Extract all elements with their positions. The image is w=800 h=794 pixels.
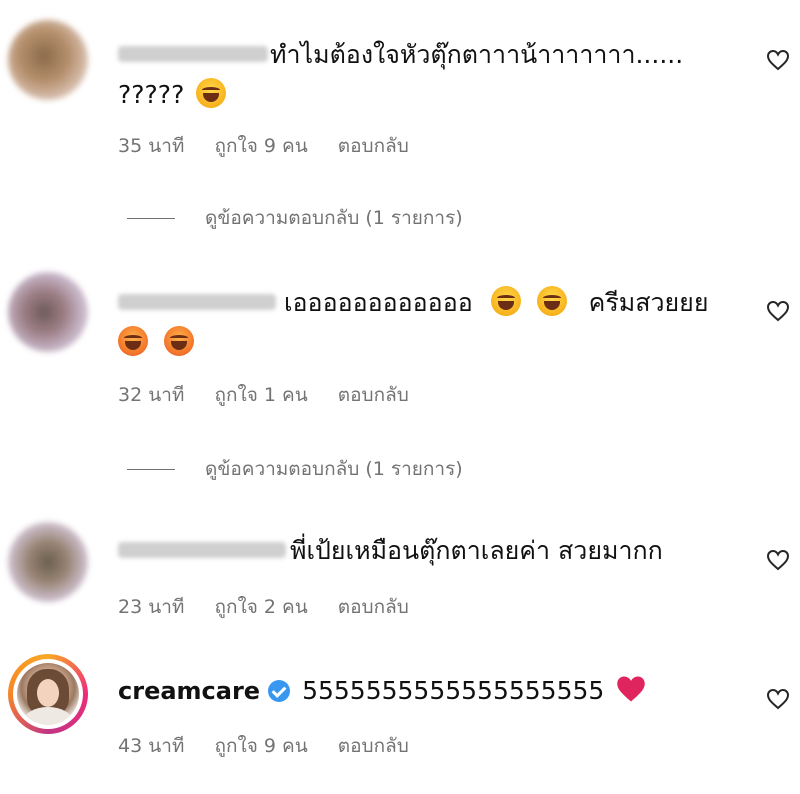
- comment-text-line: เออออออออออออ: [284, 288, 473, 317]
- comment-meta: 23 นาที ถูกใจ 2 คน ตอบกลับ: [118, 592, 433, 622]
- reply-button[interactable]: ตอบกลับ: [338, 596, 409, 618]
- comment-text-line: ทำไมต้องใจหัวตุ๊กตาาาน้าาาาาาา......: [270, 40, 684, 69]
- comment-time: 32 นาที: [118, 384, 185, 406]
- view-replies-button[interactable]: ดูข้อความตอบกลับ (1 รายการ): [127, 454, 463, 484]
- avatar[interactable]: [8, 20, 88, 100]
- grinning-squinting-face-icon: [118, 326, 148, 356]
- face-with-tears-of-joy-icon: [490, 286, 521, 316]
- username-blurred[interactable]: [118, 46, 268, 62]
- heart-outline-icon[interactable]: [766, 549, 790, 571]
- likes-count[interactable]: ถูกใจ 9 คน: [214, 735, 307, 757]
- username-blurred[interactable]: [118, 294, 276, 310]
- heart-outline-icon[interactable]: [766, 49, 790, 71]
- comment-meta: 35 นาที ถูกใจ 9 คน ตอบกลับ: [118, 131, 433, 161]
- comment-text-line: ?????: [118, 80, 185, 109]
- avatar-face: [37, 679, 59, 707]
- comment-time: 35 นาที: [118, 135, 185, 157]
- view-replies-label: ดูข้อความตอบกลับ (1 รายการ): [205, 458, 463, 480]
- red-heart-icon: [617, 676, 646, 702]
- divider: [127, 468, 175, 470]
- comment-text: creamcare 5555555555555555555: [118, 674, 646, 708]
- reply-button[interactable]: ตอบกลับ: [338, 384, 409, 406]
- grinning-squinting-face-icon: [163, 326, 194, 356]
- likes-count[interactable]: ถูกใจ 9 คน: [214, 135, 307, 157]
- username[interactable]: creamcare: [118, 677, 260, 705]
- view-replies-button[interactable]: ดูข้อความตอบกลับ (1 รายการ): [127, 203, 463, 233]
- heart-outline-icon[interactable]: [766, 688, 790, 710]
- verified-badge-icon: [268, 680, 291, 702]
- comment-text: พี่เป้ยเหมือนตุ๊กตาเลยค่า สวยมากก: [290, 534, 663, 568]
- comment-meta: 43 นาที ถูกใจ 9 คน ตอบกลับ: [118, 731, 433, 761]
- view-replies-label: ดูข้อความตอบกลับ (1 รายการ): [205, 207, 463, 229]
- likes-count[interactable]: ถูกใจ 2 คน: [214, 596, 307, 618]
- face-with-tears-of-joy-icon: [196, 78, 227, 108]
- likes-count[interactable]: ถูกใจ 1 คน: [214, 384, 307, 406]
- comment-text-suffix: ครีมสวยยย: [588, 288, 709, 317]
- reply-button[interactable]: ตอบกลับ: [338, 735, 409, 757]
- comment-meta: 32 นาที ถูกใจ 1 คน ตอบกลับ: [118, 380, 433, 410]
- username-blurred[interactable]: [118, 542, 286, 558]
- heart-outline-icon[interactable]: [766, 300, 790, 322]
- avatar-story-ring[interactable]: [8, 654, 88, 734]
- avatar[interactable]: [8, 522, 88, 602]
- comment-text-line: พี่เป้ยเหมือนตุ๊กตาเลยค่า สวยมากก: [290, 536, 663, 565]
- avatar: [17, 663, 79, 725]
- divider: [127, 217, 175, 219]
- comment-text: เออออออออออออ ครีมสวยยย: [284, 286, 708, 320]
- comment-text: [118, 326, 198, 360]
- avatar[interactable]: [8, 272, 88, 352]
- comment-text-line: 5555555555555555555: [302, 676, 605, 705]
- comment-time: 43 นาที: [118, 735, 185, 757]
- face-with-tears-of-joy-icon: [536, 286, 567, 316]
- comment-text: ทำไมต้องใจหัวตุ๊กตาาาน้าาาาาาา......: [270, 38, 683, 72]
- comment-time: 23 นาที: [118, 596, 185, 618]
- reply-button[interactable]: ตอบกลับ: [338, 135, 409, 157]
- comment-text: ?????: [118, 78, 230, 112]
